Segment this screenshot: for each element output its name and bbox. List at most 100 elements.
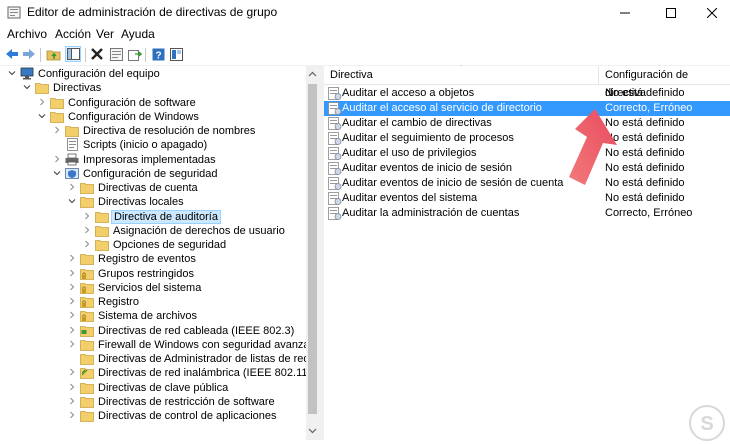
folder-icon — [35, 83, 49, 95]
tree-item-directivas-de-administrador-de-listas-de-redes[interactable]: Directivas de Administrador de listas de… — [3, 352, 319, 366]
menu-ayuda[interactable]: Ayuda — [121, 27, 155, 41]
help-button[interactable]: ? — [150, 46, 166, 62]
column-header-configuracion[interactable]: Configuración de directiva — [599, 66, 730, 99]
tree-item-asignacion-de-derechos-de-usuario[interactable]: Asignación de derechos de usuario — [3, 224, 303, 238]
minimize-icon — [620, 12, 630, 14]
scroll-down-arrow-icon[interactable] — [308, 426, 317, 435]
show-tree-button[interactable] — [65, 46, 81, 62]
tree-item-label: Registro — [98, 296, 139, 308]
chevron-right-icon[interactable] — [37, 97, 47, 107]
chevron-right-icon[interactable] — [67, 382, 77, 392]
policy-row-auditar-el-cambio-de-directivas[interactable]: Auditar el cambio de directivas No está d… — [324, 116, 730, 131]
menu-ver[interactable]: Ver — [96, 27, 114, 41]
chevron-right-icon[interactable] — [67, 268, 77, 278]
minimize-button[interactable] — [602, 0, 648, 26]
chevron-right-icon[interactable] — [82, 211, 92, 221]
tree-item-label: Directivas de cuenta — [98, 182, 198, 194]
tree-item-directiva-de-auditoria[interactable]: Directiva de auditoría — [3, 209, 303, 224]
view-button[interactable] — [168, 46, 184, 62]
chevron-right-icon[interactable] — [67, 253, 77, 263]
maximize-button[interactable] — [648, 0, 694, 26]
policy-row-auditar-la-administracion-de-cuentas[interactable]: Auditar la administración de cuentas Corr… — [324, 206, 730, 221]
chevron-right-icon[interactable] — [82, 225, 92, 235]
scrollbar-thumb[interactable] — [308, 84, 317, 414]
tree-item-directivas-de-control-de-aplicaciones[interactable]: Directivas de control de aplicaciones — [3, 409, 303, 423]
tree-item-configuracion-de-software[interactable]: Configuración de software — [3, 96, 303, 110]
chevron-right-icon[interactable] — [67, 296, 77, 306]
policy-row-auditar-el-acceso-al-servicio-de-directorio[interactable]: Auditar el acceso al servicio de directo… — [324, 101, 730, 116]
folder-icon — [80, 382, 94, 394]
back-icon — [6, 49, 18, 59]
chevron-right-icon[interactable] — [67, 396, 77, 406]
tree-item-sistema-de-archivos[interactable]: Sistema de archivos — [3, 309, 303, 323]
delete-button[interactable] — [89, 46, 105, 62]
toolbar-separator — [85, 48, 86, 62]
chevron-down-icon[interactable] — [22, 82, 32, 92]
chevron-right-icon[interactable] — [67, 282, 77, 292]
tree-item-label: Configuración de software — [68, 96, 196, 109]
policy-icon — [328, 177, 342, 190]
chevron-right-icon[interactable] — [52, 154, 62, 164]
policy-row-auditar-el-acceso-a-objetos[interactable]: Auditar el acceso a objetos No está defin… — [324, 86, 730, 101]
chevron-down-icon[interactable] — [7, 68, 17, 78]
tree-item-registro-de-eventos[interactable]: Registro de eventos — [3, 252, 303, 266]
toolbar-separator — [40, 48, 41, 62]
tree-scrollbar[interactable] — [306, 66, 319, 440]
scripts-icon — [67, 138, 78, 152]
tree-item-label: Directivas de control de aplicaciones — [98, 410, 277, 422]
tree-item-directivas-de-cuenta[interactable]: Directivas de cuenta — [3, 181, 303, 195]
chevron-right-icon[interactable] — [67, 325, 77, 335]
chevron-down-icon[interactable] — [67, 196, 77, 206]
tree-item-servicios-del-sistema[interactable]: Servicios del sistema — [3, 281, 303, 295]
policy-row-auditar-el-seguimiento-de-procesos[interactable]: Auditar el seguimiento de procesos No est… — [324, 131, 730, 146]
chevron-right-icon[interactable] — [82, 239, 92, 249]
policy-name: Auditar el acceso a objetos — [342, 87, 475, 99]
policy-icon — [328, 207, 342, 220]
policy-row-auditar-el-uso-de-privilegios[interactable]: Auditar el uso de privilegios No está def… — [324, 146, 730, 161]
chevron-right-icon[interactable] — [67, 367, 77, 377]
chevron-right-icon[interactable] — [67, 339, 77, 349]
policy-row-auditar-eventos-de-inicio-de-sesion[interactable]: Auditar eventos de inicio de sesión No es… — [324, 161, 730, 176]
tree-item-scripts-inicio-o-apagado[interactable]: Scripts (inicio o apagado) — [3, 138, 303, 152]
tree-item-opciones-de-seguridad[interactable]: Opciones de seguridad — [3, 238, 303, 252]
tree-item-directivas-de-restriccion-de-software[interactable]: Directivas de restricción de software — [3, 395, 303, 409]
console-tree[interactable]: Configuración del equipo Directivas Config… — [3, 66, 319, 440]
scroll-up-arrow-icon[interactable] — [308, 70, 317, 79]
annotation-arrow-icon — [569, 109, 617, 185]
menu-archivo[interactable]: Archivo — [7, 27, 47, 41]
tree-item-directiva-de-resolucion-de-nombres[interactable]: Directiva de resolución de nombres — [3, 124, 303, 138]
policy-name: Auditar el uso de privilegios — [342, 147, 477, 159]
tree-item-registro[interactable]: Registro — [3, 295, 303, 309]
tree-item-directivas-de-red-cableada-ieee-802-3[interactable]: Directivas de red cableada (IEEE 802.3) — [3, 324, 303, 338]
chevron-right-icon[interactable] — [67, 410, 77, 420]
policy-icon — [328, 132, 342, 145]
column-header-directiva[interactable]: Directiva — [324, 66, 599, 84]
tree-item-configuracion-de-windows[interactable]: Configuración de Windows — [3, 110, 303, 124]
tree-item-firewall-de-windows-con-seguridad-avanzada[interactable]: Firewall de Windows con seguridad avanza… — [3, 338, 319, 352]
computer-icon — [20, 67, 34, 80]
tree-item-impresoras-implementadas[interactable]: Impresoras implementadas — [3, 153, 303, 167]
policy-row-auditar-eventos-del-sistema[interactable]: Auditar eventos del sistema No está defin… — [324, 191, 730, 206]
policy-row-auditar-eventos-de-inicio-de-sesion-de-cuenta[interactable]: Auditar eventos de inicio de sesión de c… — [324, 176, 730, 191]
tree-item-directivas[interactable]: Directivas — [3, 81, 303, 95]
toolbar-separator — [145, 48, 146, 62]
tree-item-directivas-de-clave-publica[interactable]: Directivas de clave pública — [3, 381, 303, 395]
tree-item-configuracion-del-equipo[interactable]: Configuración del equipo — [3, 67, 303, 81]
tree-item-label: Directivas de restricción de software — [98, 395, 275, 408]
tree-item-directivas-de-red-inalambrica-ieee-802-11[interactable]: Directivas de red inalámbrica (IEEE 802.… — [3, 366, 311, 380]
menu-accion[interactable]: Acción — [55, 27, 91, 41]
close-button[interactable] — [694, 0, 730, 26]
chevron-right-icon[interactable] — [67, 182, 77, 192]
export-list-button[interactable] — [127, 46, 143, 62]
chevron-down-icon[interactable] — [37, 111, 47, 121]
forward-button[interactable] — [21, 46, 37, 62]
up-folder-button[interactable] — [45, 46, 61, 62]
properties-button[interactable] — [108, 46, 124, 62]
chevron-right-icon[interactable] — [52, 125, 62, 135]
back-button[interactable] — [4, 46, 20, 62]
tree-item-configuracion-de-seguridad[interactable]: Configuración de seguridad — [3, 167, 303, 181]
chevron-down-icon[interactable] — [52, 168, 62, 178]
tree-item-grupos-restringidos[interactable]: Grupos restringidos — [3, 267, 303, 281]
tree-item-directivas-locales[interactable]: Directivas locales — [3, 195, 303, 209]
chevron-right-icon[interactable] — [67, 310, 77, 320]
